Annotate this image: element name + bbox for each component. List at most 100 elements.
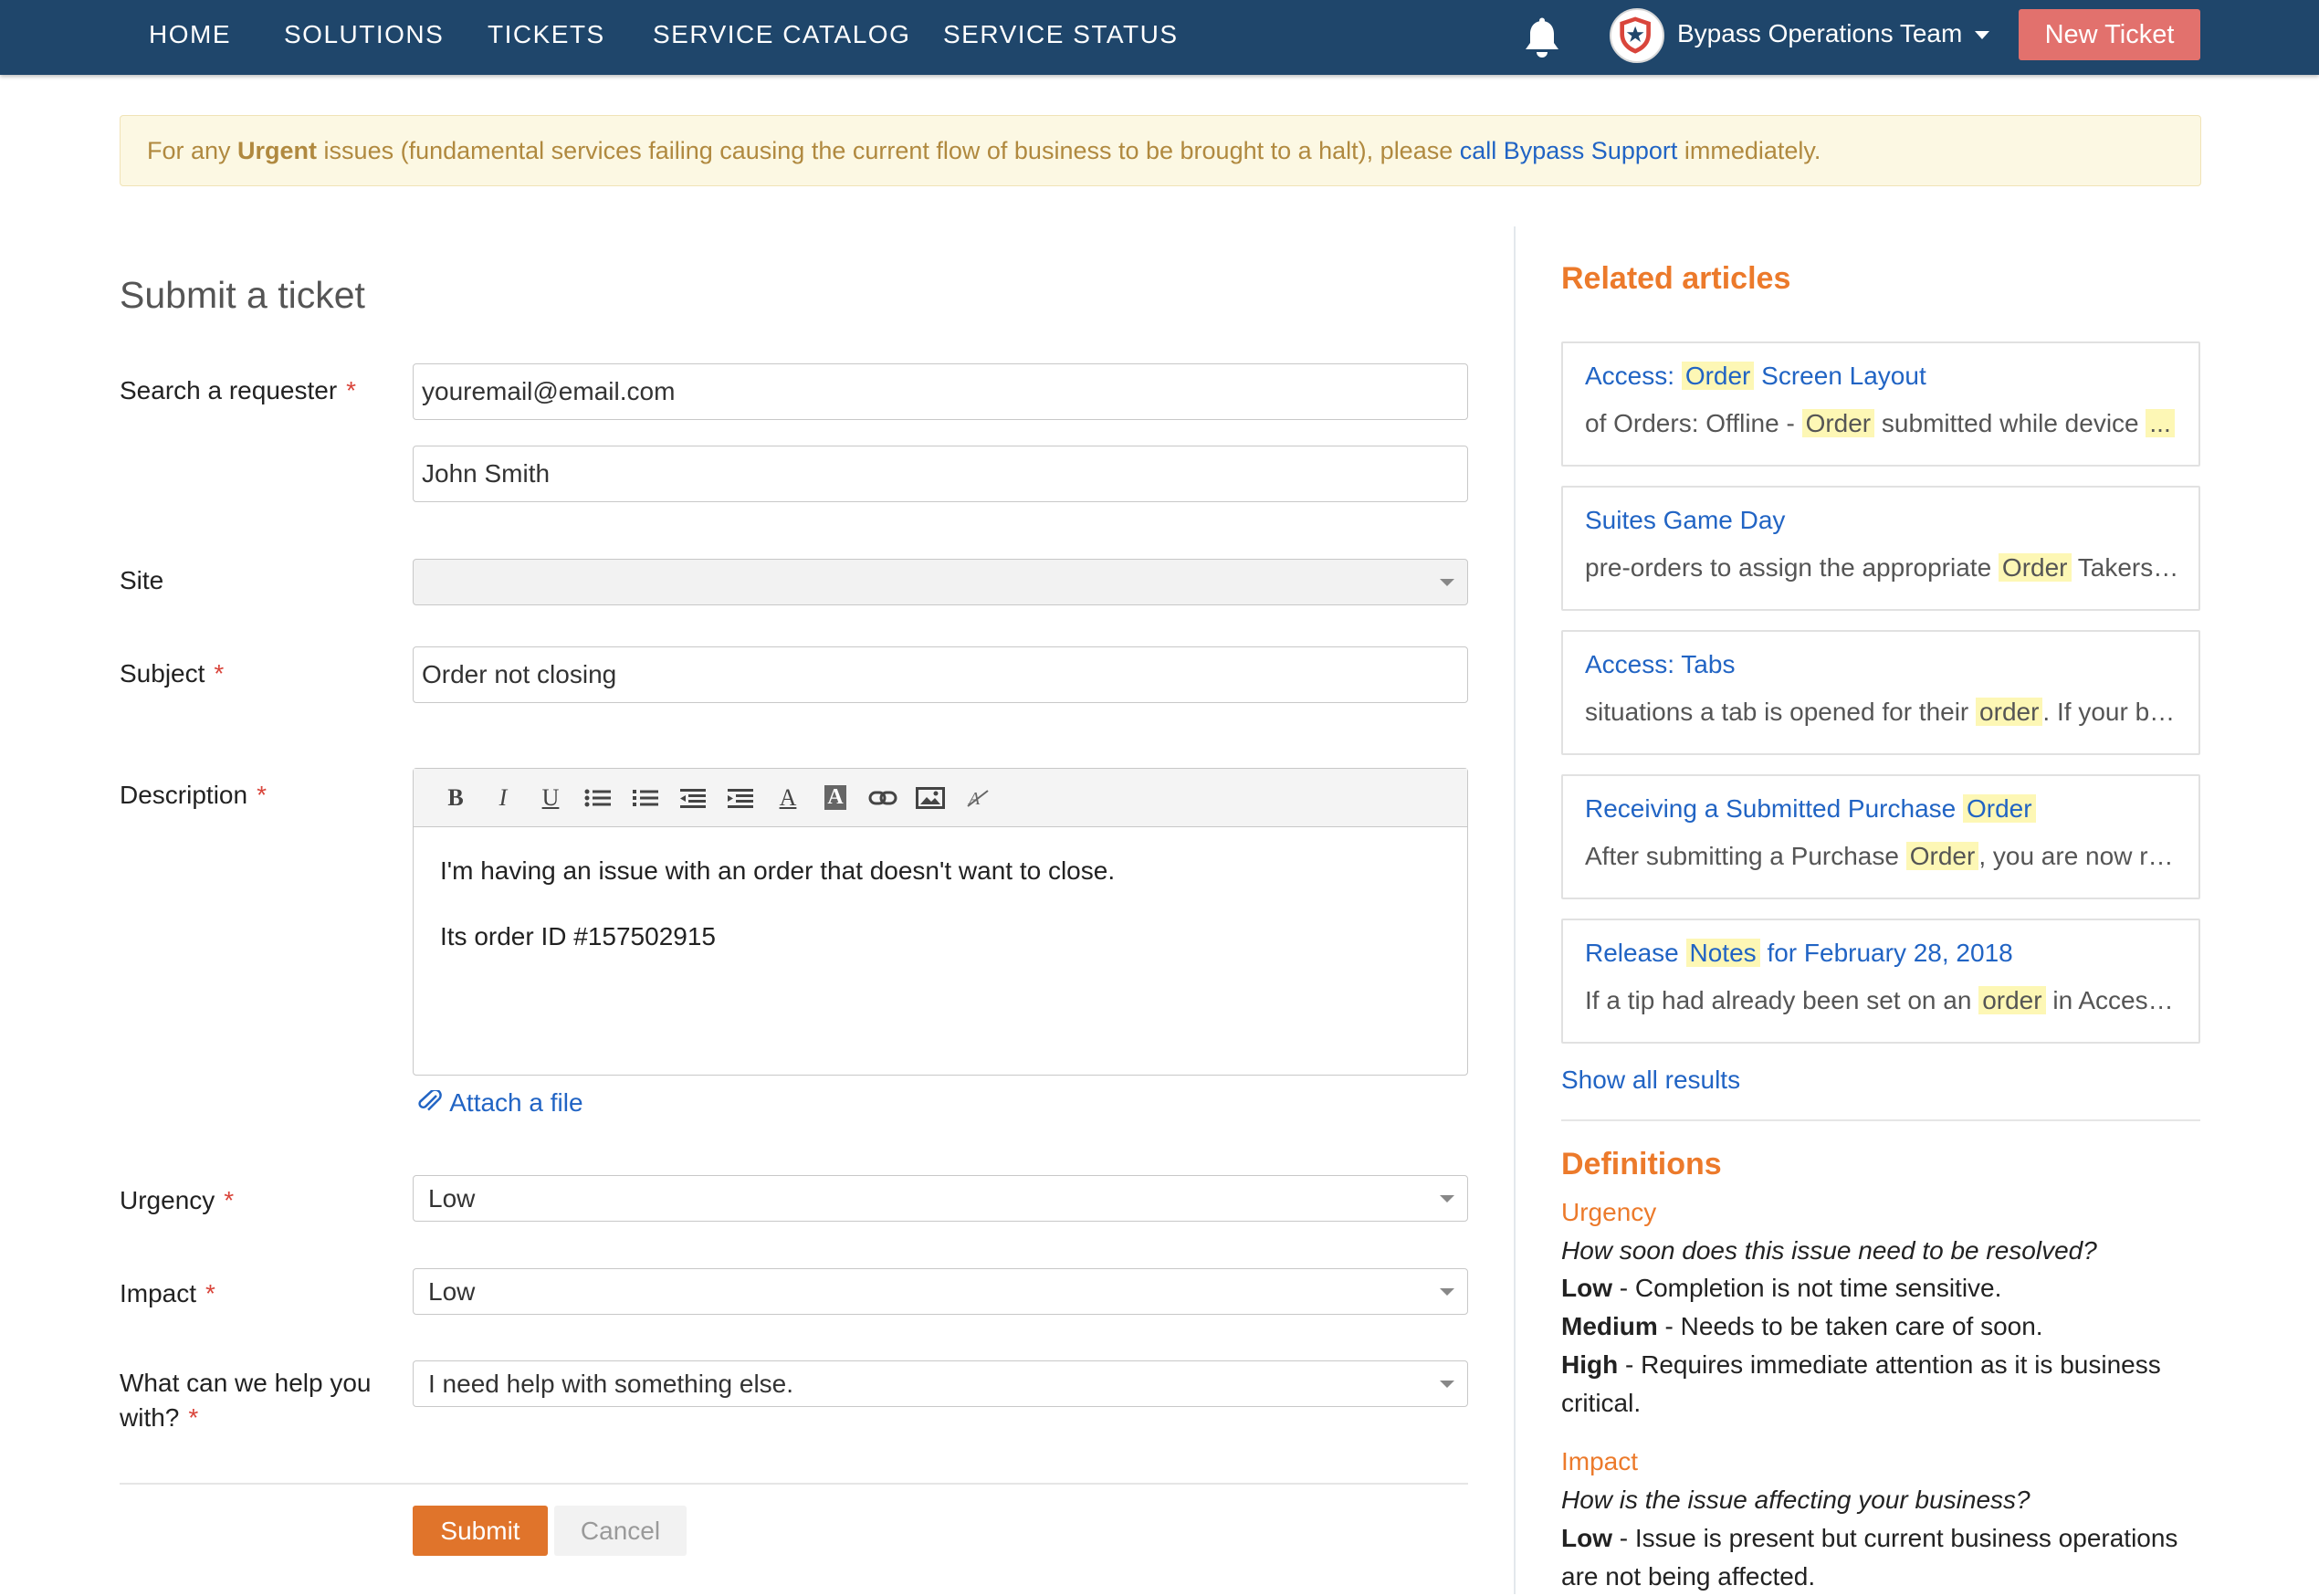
search-term-highlight: Notes [1685,939,1760,967]
numbered-list-button[interactable] [622,778,669,818]
description-content[interactable]: I'm having an issue with an order that d… [414,827,1467,1010]
site-label: Site [120,566,164,594]
impact-term: Impact [1561,1447,1639,1475]
text-segment: Access: Tabs [1585,650,1736,678]
search-term-highlight: Order [1681,362,1755,390]
nav-service-status[interactable]: SERVICE STATUS [943,0,1179,71]
dropdown-arrow-icon [1440,1381,1454,1388]
urgency-definition-medium: Medium - Needs to be taken care of soon. [1561,1312,2043,1340]
bold-button[interactable]: B [432,778,479,818]
sidebar-divider [1561,1119,2200,1121]
text-segment: , you are now ready to receive [1978,842,2180,870]
indent-button[interactable] [717,778,764,818]
article-snippet: of Orders: Offline - Order submitted whi… [1585,409,2180,438]
requester-label: Search a requester * [120,376,357,404]
urgency-label: Urgency * [120,1186,235,1214]
font-color-button[interactable]: A [764,778,812,818]
search-term-highlight: ... [2146,409,2175,437]
background-color-button[interactable]: A [812,778,859,818]
clear-format-button[interactable]: A [954,778,1002,818]
related-article-card[interactable]: Receiving a Submitted Purchase Order Aft… [1561,774,2200,899]
text-segment: Takers and Order Takers [2077,553,2180,582]
dropdown-arrow-icon [1440,1288,1454,1296]
article-title[interactable]: Receiving a Submitted Purchase Order [1585,794,2036,824]
show-all-results-link[interactable]: Show all results [1561,1066,1740,1095]
requester-name-input[interactable] [413,446,1468,502]
text-segment: If a tip had already been set on an [1585,986,1979,1014]
notification-bell-icon[interactable] [1522,17,1562,59]
underline-button[interactable]: U [527,778,574,818]
search-term-highlight: Order [1801,409,1875,437]
page-title: Submit a ticket [120,274,365,316]
urgency-definition-high: High - Requires immediate attention as i… [1561,1350,2161,1417]
urgency-value: Low [428,1184,476,1213]
search-term-highlight: Order [1998,553,2072,582]
alert-text: For any [147,137,238,164]
call-support-link[interactable]: call Bypass Support [1460,137,1678,164]
subject-input[interactable] [413,646,1468,703]
text-segment: Receiving a Submitted Purchase [1585,794,1963,823]
urgency-select[interactable]: Low [413,1175,1468,1222]
article-title[interactable]: Suites Game Day [1585,506,1785,535]
outdent-button[interactable] [669,778,717,818]
text-segment: in Access Manager [2052,986,2180,1014]
text-segment: Release [1585,939,1686,967]
article-title[interactable]: Release Notes for February 28, 2018 [1585,939,2013,968]
search-term-highlight: order [1976,698,2043,726]
impact-label: Impact * [120,1279,215,1307]
description-line: I'm having an issue with an order that d… [440,856,1116,885]
insert-link-button[interactable] [859,778,907,818]
nav-service-catalog[interactable]: SERVICE CATALOG [653,0,910,71]
description-label: Description * [120,781,267,809]
team-name: Bypass Operations Team [1677,19,1963,47]
related-article-card[interactable]: Suites Game Day pre-orders to assign the… [1561,486,2200,611]
cancel-button[interactable]: Cancel [554,1506,687,1556]
attach-file-label: Attach a file [449,1088,583,1117]
attach-file-link[interactable]: Attach a file [418,1088,583,1118]
article-title[interactable]: Access: Tabs [1585,650,1735,679]
submit-button[interactable]: Submit [413,1506,548,1556]
search-term-highlight: Order [1905,842,1979,870]
paperclip-icon [418,1088,442,1111]
impact-value: Low [428,1277,476,1306]
article-snippet: After submitting a Purchase Order, you a… [1585,842,2180,871]
article-title[interactable]: Access: Order Screen Layout [1585,362,1926,391]
help-topic-value: I need help with something else. [428,1370,794,1398]
requester-email-input[interactable] [413,363,1468,420]
bullet-list-button[interactable] [574,778,622,818]
related-article-card[interactable]: Access: Order Screen Layout of Orders: O… [1561,341,2200,467]
nav-home[interactable]: HOME [149,0,231,71]
background-color-icon: A [824,785,846,810]
new-ticket-button[interactable]: New Ticket [2019,9,2200,60]
text-segment: for February 28, 2018 [1759,939,2013,967]
caret-down-icon [1975,31,1990,40]
text-segment: Access: [1585,362,1682,390]
insert-image-button[interactable] [907,778,954,818]
numbered-list-icon [633,789,658,806]
text-segment: of Orders: Offline - [1585,409,1802,437]
urgency-term: Urgency [1561,1198,1657,1226]
related-article-card[interactable]: Access: Tabs situations a tab is opened … [1561,630,2200,755]
alert-urgent-text: Urgent [237,137,318,164]
text-segment: situations a tab is opened for their [1585,698,1977,726]
clear-format-icon: A [967,789,989,808]
shield-logo-icon [1620,16,1651,54]
text-segment: Screen Layout [1754,362,1926,390]
nav-solutions[interactable]: SOLUTIONS [284,0,444,71]
help-topic-label: What can we help you with? * [120,1369,372,1432]
italic-button[interactable]: I [479,778,527,818]
team-menu[interactable]: Bypass Operations Team [1677,0,1990,69]
text-segment: After submitting a Purchase [1585,842,1906,870]
required-marker: * [257,781,267,809]
nav-tickets[interactable]: TICKETS [488,0,605,71]
urgency-definition-low: Low - Completion is not time sensitive. [1561,1274,2002,1302]
site-select[interactable] [413,559,1468,605]
required-marker: * [188,1403,199,1432]
help-topic-select[interactable]: I need help with something else. [413,1360,1468,1407]
image-icon [916,786,945,809]
team-avatar[interactable] [1610,8,1664,63]
search-term-highlight: order [1978,986,2046,1014]
impact-select[interactable]: Low [413,1268,1468,1315]
related-article-card[interactable]: Release Notes for February 28, 2018 If a… [1561,919,2200,1044]
bullet-list-icon [584,789,611,806]
